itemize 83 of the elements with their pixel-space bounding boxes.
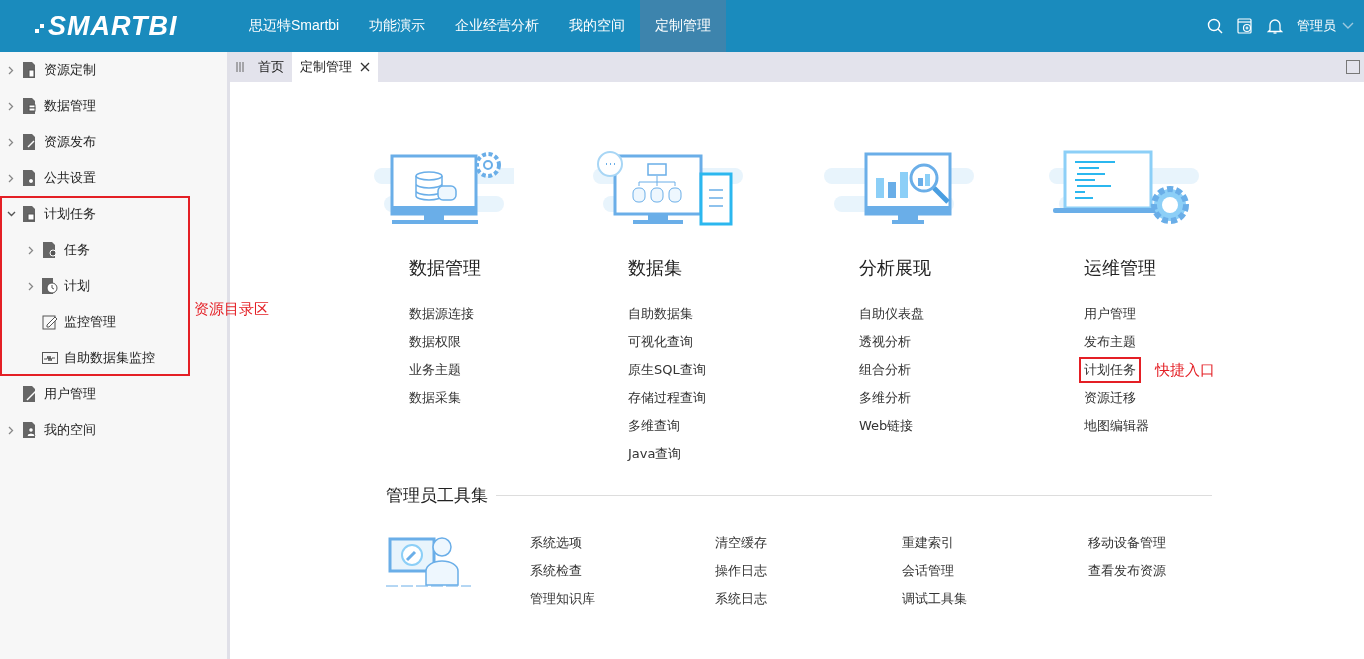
user-name[interactable]: 管理员 xyxy=(1297,17,1336,35)
nav-item[interactable]: 功能演示 xyxy=(354,0,441,52)
card-title: 分析展现 xyxy=(859,256,932,280)
search-icon[interactable] xyxy=(1207,18,1223,34)
tool-link[interactable]: 清空缓存 xyxy=(715,529,902,557)
sidebar-item[interactable]: 自助数据集监控 xyxy=(64,349,155,367)
card-link[interactable]: 组合分析 xyxy=(854,361,916,379)
bell-icon[interactable] xyxy=(1267,18,1283,34)
card-link[interactable]: 自助仪表盘 xyxy=(854,305,929,323)
sidebar-item[interactable]: 计划任务 xyxy=(44,205,96,223)
tab[interactable]: 首页 xyxy=(250,52,292,82)
sidebar-item[interactable]: 公共设置 xyxy=(44,169,96,187)
person-icon xyxy=(22,422,38,438)
card-link[interactable]: 多维查询 xyxy=(623,417,685,435)
tool-link[interactable]: 重建索引 xyxy=(902,529,1088,557)
card-link[interactable]: 计划任务 xyxy=(1084,361,1136,379)
sidebar-item[interactable]: 用户管理 xyxy=(44,385,96,403)
calendar-plus-icon[interactable] xyxy=(1237,18,1253,34)
nav-item[interactable]: 思迈特Smartbi xyxy=(234,0,355,52)
card-link[interactable]: 多维分析 xyxy=(854,389,916,407)
sidebar-item[interactable]: 监控管理 xyxy=(64,313,116,331)
annotation-label: 快捷入口 xyxy=(1155,360,1215,380)
card-title: 数据集 xyxy=(628,256,683,280)
card-link[interactable]: 资源迁移 xyxy=(1079,389,1141,407)
card-title: 数据管理 xyxy=(409,256,482,280)
waveform-icon xyxy=(42,350,58,366)
document-edit-icon xyxy=(22,134,38,150)
nav-item[interactable]: 我的空间 xyxy=(554,0,641,52)
document-gear-icon xyxy=(42,242,58,258)
card-title: 运维管理 xyxy=(1084,256,1157,280)
maximize-icon[interactable] xyxy=(1346,60,1360,74)
sidebar-item[interactable]: 数据管理 xyxy=(44,97,96,115)
card-link[interactable]: 可视化查询 xyxy=(623,333,698,351)
chevron-right-icon[interactable] xyxy=(8,137,14,147)
card-link[interactable]: Web链接 xyxy=(854,417,919,435)
caret-icon[interactable] xyxy=(1342,22,1354,30)
tool-link[interactable]: 系统选项 xyxy=(530,529,715,557)
chevron-right-icon[interactable] xyxy=(8,425,14,435)
card-link[interactable]: 地图编辑器 xyxy=(1079,417,1154,435)
tool-link[interactable]: 会话管理 xyxy=(902,557,1088,585)
card-link[interactable]: 透视分析 xyxy=(854,333,916,351)
tool-link[interactable]: 移动设备管理 xyxy=(1088,529,1166,557)
pencil-square-icon xyxy=(42,314,58,330)
chevron-down-icon[interactable] xyxy=(6,211,16,217)
card-link[interactable]: 用户管理 xyxy=(1079,305,1141,323)
sidebar-item[interactable]: 我的空间 xyxy=(44,421,96,439)
tool-link[interactable]: 系统日志 xyxy=(715,585,902,613)
logo-text: SMARTBI xyxy=(48,10,178,42)
section-title: 管理员工具集 xyxy=(386,484,488,507)
nav-item[interactable]: 定制管理 xyxy=(640,0,727,52)
sidebar-item[interactable]: 任务 xyxy=(64,241,90,259)
card-link[interactable]: 数据采集 xyxy=(404,389,466,407)
card-link[interactable]: 发布主题 xyxy=(1079,333,1141,351)
card-link[interactable]: 业务主题 xyxy=(404,361,466,379)
tab[interactable]: 定制管理 xyxy=(292,52,378,82)
sidebar-item[interactable]: 资源定制 xyxy=(44,61,96,79)
card-link[interactable]: 存储过程查询 xyxy=(623,389,711,407)
tool-link[interactable]: 系统检查 xyxy=(530,557,715,585)
tool-link[interactable]: 管理知识库 xyxy=(530,585,715,613)
tool-link[interactable]: 操作日志 xyxy=(715,557,902,585)
card-link[interactable]: 数据权限 xyxy=(404,333,466,351)
document-list-icon xyxy=(22,98,38,114)
grip-icon[interactable] xyxy=(236,62,244,72)
chevron-right-icon[interactable] xyxy=(8,101,14,111)
chevron-right-icon[interactable] xyxy=(28,245,34,255)
document-icon xyxy=(22,62,38,78)
card-link[interactable]: 数据源连接 xyxy=(404,305,479,323)
card-link[interactable]: Java查询 xyxy=(623,445,687,463)
tool-link[interactable]: 查看发布资源 xyxy=(1088,557,1166,585)
card-link[interactable]: 原生SQL查询 xyxy=(623,361,711,379)
clock-icon xyxy=(42,278,58,294)
sidebar-item[interactable]: 计划 xyxy=(64,277,90,295)
nav-item[interactable]: 企业经营分析 xyxy=(440,0,555,52)
card-link[interactable]: 自助数据集 xyxy=(623,305,698,323)
chevron-right-icon[interactable] xyxy=(8,173,14,183)
tool-link[interactable]: 调试工具集 xyxy=(902,585,1088,613)
chevron-right-icon[interactable] xyxy=(28,281,34,291)
annotation-label: 资源目录区 xyxy=(194,300,269,319)
document-gear-icon xyxy=(22,170,38,186)
chevron-right-icon[interactable] xyxy=(8,65,14,75)
sidebar-item[interactable]: 资源发布 xyxy=(44,133,96,151)
document-calendar-icon xyxy=(22,206,38,222)
close-icon[interactable] xyxy=(360,62,370,72)
